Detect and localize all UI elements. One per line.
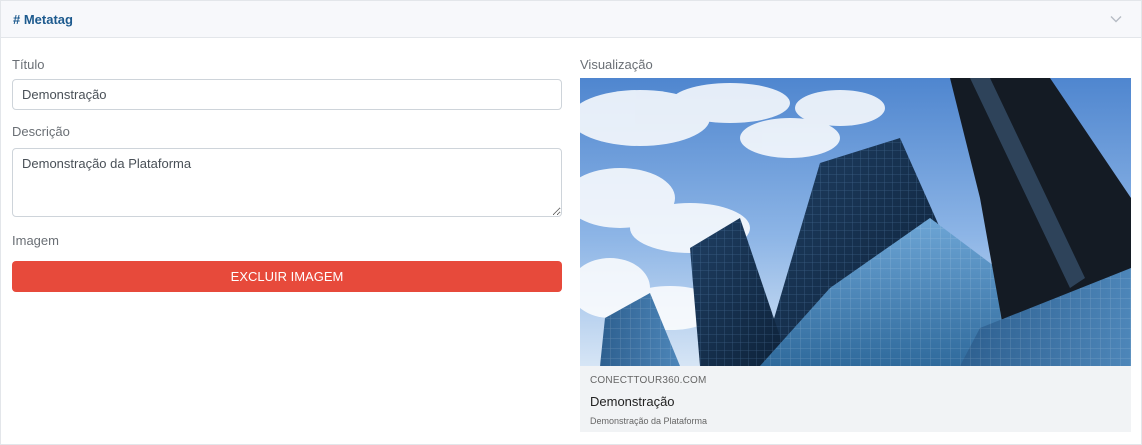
preview-description: Demonstração da Plataforma xyxy=(590,416,708,426)
description-label: Descrição xyxy=(12,124,70,139)
preview-title: Demonstração xyxy=(590,394,675,409)
card-title: # Metatag xyxy=(13,11,73,27)
chevron-down-icon xyxy=(1110,10,1122,28)
metatag-card: # Metatag Título Descrição Demonstração … xyxy=(0,0,1142,445)
preview-meta: CONECTTOUR360.COM Demonstração Demonstra… xyxy=(580,366,1131,432)
preview-image xyxy=(580,78,1131,366)
title-label: Título xyxy=(12,57,45,72)
title-input[interactable] xyxy=(12,79,562,110)
description-textarea[interactable]: Demonstração da Plataforma xyxy=(12,148,562,217)
preview-domain: CONECTTOUR360.COM xyxy=(590,375,707,386)
preview-label: Visualização xyxy=(580,57,653,72)
card-body: Título Descrição Demonstração da Platafo… xyxy=(1,38,1141,432)
preview-section: Visualização CONECTTOUR360.COM Demonstra… xyxy=(580,38,1131,432)
collapse-toggle[interactable] xyxy=(1107,10,1125,28)
delete-image-button[interactable]: EXCLUIR IMAGEM xyxy=(12,261,562,292)
metatag-form: Título Descrição Demonstração da Platafo… xyxy=(12,38,562,432)
card-header[interactable]: # Metatag xyxy=(1,1,1141,38)
image-label: Imagem xyxy=(12,233,59,248)
preview-card: CONECTTOUR360.COM Demonstração Demonstra… xyxy=(580,78,1131,432)
